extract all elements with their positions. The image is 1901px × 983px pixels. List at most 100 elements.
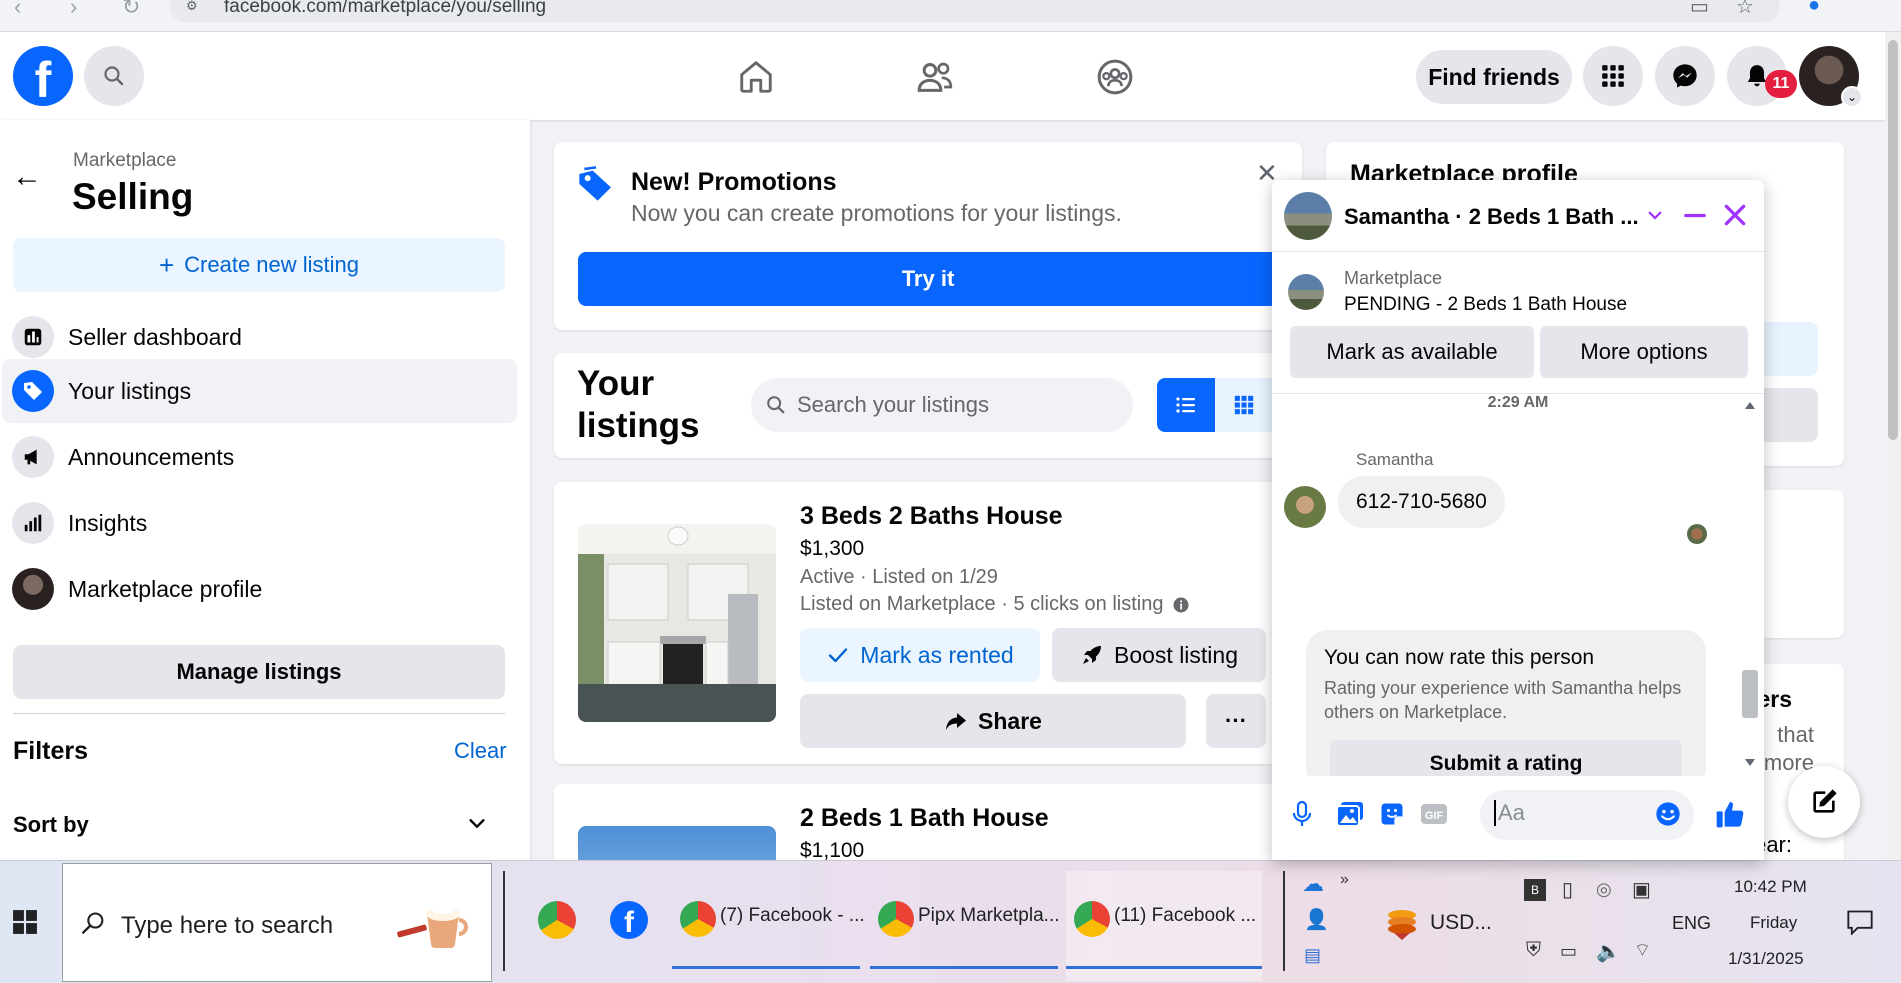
facebook-pinned-icon[interactable]: f <box>610 901 648 939</box>
clock-day[interactable]: Friday <box>1750 913 1797 933</box>
site-info-icon[interactable]: ⚙ <box>186 0 198 14</box>
manage-listings-button[interactable]: Manage listings <box>13 645 505 699</box>
submit-rating-button[interactable]: Submit a rating <box>1330 740 1682 776</box>
app-tray-icon[interactable]: B <box>1524 879 1546 901</box>
sidebar-item-insights[interactable]: Insights <box>2 491 517 555</box>
message-input-field[interactable] <box>1480 790 1694 840</box>
scroll-up-icon[interactable] <box>1744 400 1756 410</box>
show-more-icon[interactable]: » <box>1340 871 1349 889</box>
chat-messages[interactable]: 2:29 AM Samantha 612-710-5680 You can no… <box>1272 394 1764 776</box>
usb-icon[interactable]: ▯ <box>1562 877 1573 902</box>
info-icon[interactable] <box>1172 596 1190 614</box>
back-arrow-icon[interactable]: ← <box>12 160 42 194</box>
sidebar-item-marketplace-profile[interactable]: Marketplace profile <box>2 557 517 621</box>
new-message-button[interactable] <box>1788 766 1860 838</box>
listing-photo[interactable] <box>578 524 776 722</box>
chevron-down-icon[interactable] <box>466 812 488 839</box>
sidebar-item-announcements[interactable]: Announcements <box>2 425 517 489</box>
close-chat-button[interactable] <box>1716 196 1754 234</box>
menu-button[interactable] <box>1583 46 1643 106</box>
onedrive-icon[interactable]: ☁ <box>1302 871 1324 897</box>
share-button[interactable]: Share <box>800 694 1186 748</box>
back-icon[interactable]: ‹ <box>14 0 21 20</box>
groups-tab[interactable] <box>1092 54 1138 100</box>
scrollbar-thumb[interactable] <box>1888 40 1898 440</box>
taskbar-separator <box>1283 871 1285 971</box>
chat-header[interactable]: Samantha · 2 Beds 1 Bath ... <box>1272 180 1764 252</box>
more-options-button[interactable]: More options <box>1540 326 1748 378</box>
sidebar-item-label: Announcements <box>68 443 235 470</box>
more-options-button[interactable]: ··· <box>1206 694 1266 748</box>
clear-filters-link[interactable]: Clear <box>454 738 507 764</box>
profile-icon[interactable]: ● <box>1808 0 1820 17</box>
chrome-pinned-icon[interactable] <box>538 901 576 939</box>
bookmark-star-icon[interactable]: ☆ <box>1736 0 1754 19</box>
taskbar-search-box[interactable]: Type here to search <box>62 863 492 982</box>
search-button[interactable] <box>84 46 144 106</box>
like-button[interactable] <box>1712 796 1748 832</box>
scrollbar-thumb[interactable] <box>1742 670 1758 718</box>
message-bubble[interactable]: 612-710-5680 <box>1338 476 1505 528</box>
search-listings-field[interactable] <box>751 378 1133 432</box>
account-avatar[interactable]: ⌄ <box>1799 46 1863 108</box>
sort-by-dropdown[interactable]: Sort by <box>13 812 89 838</box>
currency-widget-icon[interactable] <box>1384 905 1420 946</box>
create-new-listing-button[interactable]: + Create new listing <box>13 238 505 292</box>
voice-clip-button[interactable] <box>1284 796 1320 832</box>
mark-as-rented-button[interactable]: Mark as rented <box>800 628 1040 682</box>
thumbs-up-icon <box>1716 802 1744 828</box>
windows-start-button[interactable] <box>12 909 38 940</box>
reload-icon[interactable]: ↻ <box>122 0 140 20</box>
wifi-icon[interactable]: ⌔ <box>1634 939 1651 962</box>
boost-listing-button[interactable]: Boost listing <box>1052 628 1266 682</box>
chat-scrollbar[interactable] <box>1738 394 1762 776</box>
listing-title[interactable]: 2 Beds 1 Bath House <box>800 804 1049 833</box>
scroll-down-icon[interactable] <box>1744 758 1756 768</box>
listing-price: $1,300 <box>800 537 865 560</box>
chat-listing-photo[interactable] <box>1284 192 1332 240</box>
emoji-icon[interactable] <box>1654 800 1682 828</box>
display-icon[interactable]: ▣ <box>1632 877 1651 902</box>
gif-button[interactable]: GIF <box>1416 796 1452 832</box>
language-indicator[interactable]: ENG <box>1672 913 1711 934</box>
sticker-button[interactable] <box>1374 796 1410 832</box>
chat-title[interactable]: Samantha · 2 Beds 1 Bath ... <box>1344 204 1639 230</box>
forward-icon[interactable]: › <box>70 0 77 20</box>
taskbar-task-facebook-1[interactable]: (7) Facebook - ... <box>672 871 865 981</box>
battery-icon[interactable]: ▭ <box>1560 941 1577 962</box>
sender-avatar[interactable] <box>1284 486 1326 528</box>
taskbar-task-facebook-2[interactable]: (11) Facebook ... <box>1066 871 1262 981</box>
grid-view-button[interactable] <box>1215 378 1273 432</box>
currency-widget-text[interactable]: USD... <box>1430 911 1492 935</box>
home-tab[interactable] <box>733 54 779 100</box>
attach-photo-button[interactable] <box>1332 796 1368 832</box>
listing-title[interactable]: 3 Beds 2 Baths House <box>800 502 1063 531</box>
list-view-button[interactable] <box>1157 378 1215 432</box>
search-listings-input[interactable] <box>797 392 1097 418</box>
search-icon <box>81 912 104 935</box>
page-scrollbar[interactable] <box>1885 32 1901 860</box>
user-tray-icon[interactable]: 👤 <box>1304 907 1329 932</box>
security-shield-icon[interactable]: ⛨ <box>1526 939 1541 962</box>
clock-date[interactable]: 1/31/2025 <box>1728 949 1804 969</box>
address-bar[interactable]: ⚙ facebook.com/marketplace/you/selling <box>170 0 1780 22</box>
chat-options-button[interactable] <box>1636 196 1674 234</box>
notification-center-icon[interactable] <box>1846 909 1874 940</box>
cast-icon[interactable]: ▭ <box>1690 0 1709 19</box>
find-friends-button[interactable]: Find friends <box>1416 50 1572 104</box>
cloud-sync-icon[interactable]: ◎ <box>1596 879 1612 900</box>
friends-tab[interactable] <box>912 54 958 100</box>
try-it-button[interactable]: Try it <box>578 252 1278 306</box>
mark-as-available-button[interactable]: Mark as available <box>1290 326 1534 378</box>
minimize-chat-button[interactable] <box>1676 196 1714 234</box>
computer-tray-icon[interactable]: ▤ <box>1304 945 1321 966</box>
volume-icon[interactable]: 🔈 <box>1596 939 1621 964</box>
messenger-button[interactable] <box>1655 46 1715 106</box>
message-input[interactable] <box>1494 800 1644 826</box>
url-text[interactable]: facebook.com/marketplace/you/selling <box>224 0 546 18</box>
taskbar-task-pipx[interactable]: Pipx Marketpla... <box>870 871 1060 981</box>
sidebar-item-your-listings[interactable]: Your listings <box>2 359 517 423</box>
sidebar-subtitle[interactable]: Marketplace <box>73 150 177 172</box>
clock-time[interactable]: 10:42 PM <box>1734 877 1807 897</box>
facebook-logo[interactable]: f <box>13 46 73 106</box>
